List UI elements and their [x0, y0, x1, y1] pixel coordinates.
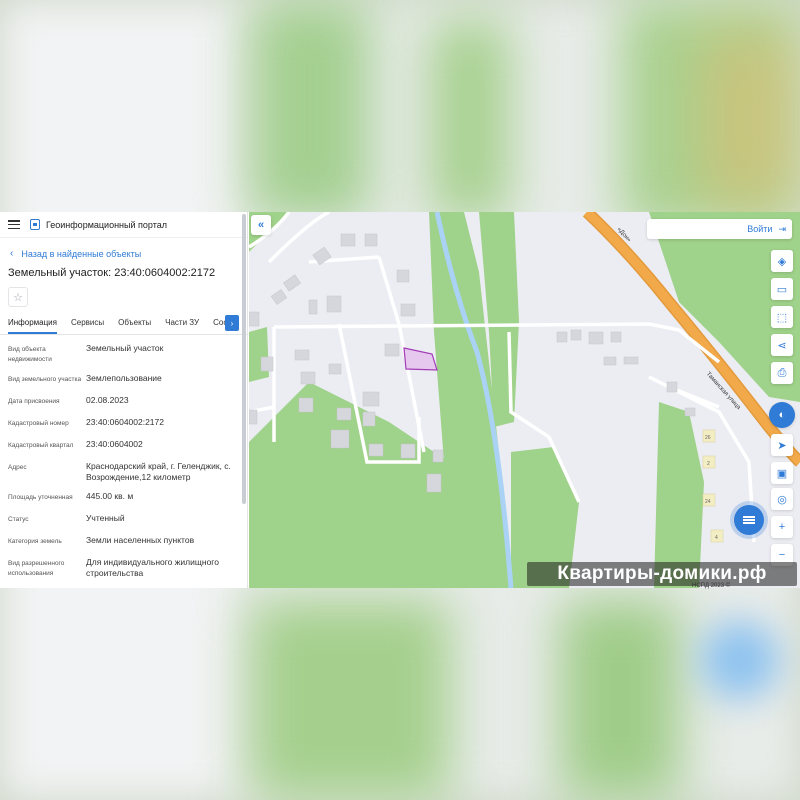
property-row: Вид объекта недвижимости Земельный участ…	[8, 343, 239, 365]
tab-objects[interactable]: Объекты	[118, 315, 151, 334]
tab-information[interactable]: Информация	[8, 315, 57, 334]
numbered-houses	[702, 429, 724, 543]
property-key: Дата присвоения	[8, 398, 60, 405]
map-view[interactable]: 26 2 24 4 «Дон» Таманская улица « Войти …	[249, 212, 800, 588]
back-label: Назад в найденные объекты	[21, 248, 142, 259]
properties-list: Вид объекта недвижимости Земельный участ…	[0, 335, 247, 579]
tab-parts[interactable]: Части ЗУ	[165, 315, 199, 334]
tabs-scroll-right-icon[interactable]: ›	[225, 315, 239, 331]
property-value: 23:40:0604002:2172	[86, 417, 164, 427]
property-key: Кадастровый номер	[8, 420, 69, 427]
login-button[interactable]: Войти ⇥	[647, 219, 792, 239]
property-value: Для индивидуального жилищного строительс…	[86, 557, 219, 578]
property-row: Кадастровый квартал 23:40:0604002	[8, 439, 239, 453]
property-value: 02.08.2023	[86, 395, 129, 405]
legend-fab-button[interactable]	[734, 505, 764, 535]
share-icon[interactable]: ⋖	[771, 334, 793, 356]
portal-logo-icon	[30, 219, 40, 230]
login-label: Войти	[747, 224, 773, 234]
property-value: 445.00 кв. м	[86, 491, 134, 501]
screenshot-frame: Геоинформационный портал ‹ Назад в найде…	[0, 212, 800, 588]
property-key: Вид земельного участка	[8, 376, 82, 383]
map-copyright: НСПД 2023 ©	[692, 583, 731, 589]
house-number: 4	[715, 535, 718, 541]
property-value: Земельный участок	[86, 343, 164, 353]
property-row: Статус Учтенный	[8, 513, 239, 527]
gallery-icon[interactable]: ▣	[771, 462, 793, 484]
property-value: Землепользование	[86, 373, 162, 383]
property-value: 23:40:0604002	[86, 439, 143, 449]
ruler-icon[interactable]: ▭	[771, 278, 793, 300]
login-icon: ⇥	[778, 223, 786, 234]
house-number: 26	[705, 435, 711, 441]
tab-services[interactable]: Сервисы	[71, 315, 104, 334]
property-row: Категория земель Земли населенных пункто…	[8, 535, 239, 549]
layers-icon[interactable]: ◈	[771, 250, 793, 272]
selected-parcel[interactable]	[403, 347, 438, 371]
property-row: Адрес Краснодарский край, г. Геленджик, …	[8, 461, 239, 483]
watermark: Квартиры-домики.рф	[527, 562, 797, 586]
menu-icon[interactable]	[8, 220, 20, 229]
list-icon	[743, 515, 755, 526]
property-key: Адрес	[8, 464, 27, 471]
property-row: Вид разрешенного использования Для индив…	[8, 557, 239, 579]
print-icon[interactable]: ⎙	[771, 362, 793, 384]
property-row: Площадь уточненная 445.00 кв. м	[8, 491, 239, 505]
property-key: Площадь уточненная	[8, 494, 73, 501]
object-info-panel: Геоинформационный портал ‹ Назад в найде…	[0, 212, 248, 588]
property-value: Краснодарский край, г. Геленджик, с. Воз…	[86, 461, 231, 482]
property-key: Вид разрешенного использования	[8, 560, 65, 577]
select-area-icon[interactable]: ⬚	[771, 306, 793, 328]
orientation-icon[interactable]: ◐	[769, 402, 795, 428]
zoom-in-icon[interactable]: +	[771, 516, 793, 538]
property-key: Статус	[8, 516, 29, 523]
lens-icon[interactable]: ◎	[771, 488, 793, 510]
favorite-star-icon[interactable]: ☆	[8, 287, 28, 307]
object-title: Земельный участок: 23:40:0604002:2172	[8, 267, 216, 279]
property-value: Учтенный	[86, 513, 125, 523]
forest-area	[654, 402, 704, 588]
property-row: Дата присвоения 02.08.2023	[8, 395, 239, 409]
property-key: Вид объекта недвижимости	[8, 346, 52, 363]
property-key: Категория земель	[8, 538, 62, 545]
portal-title: Геоинформационный портал	[46, 219, 167, 230]
property-row: Кадастровый номер 23:40:0604002:2172	[8, 417, 239, 431]
collapse-panel-button[interactable]: «	[251, 215, 271, 235]
property-row: Вид земельного участка Землепользование	[8, 373, 239, 387]
house-number: 2	[707, 461, 710, 467]
property-key: Кадастровый квартал	[8, 442, 74, 449]
panel-scrollbar[interactable]	[242, 214, 246, 504]
chevron-left-icon: ‹	[10, 248, 14, 259]
tab-bar: Информация Сервисы Объекты Части ЗУ Сост…	[0, 315, 247, 335]
house-number: 24	[705, 499, 711, 505]
property-value: Земли населенных пунктов	[86, 535, 195, 545]
top-bar: Геоинформационный портал	[0, 212, 247, 238]
forest-area	[249, 327, 269, 382]
back-to-results-link[interactable]: ‹ Назад в найденные объекты	[0, 238, 247, 259]
map-canvas[interactable]: 26 2 24 4	[249, 212, 800, 588]
locate-icon[interactable]: ➤	[771, 434, 793, 456]
